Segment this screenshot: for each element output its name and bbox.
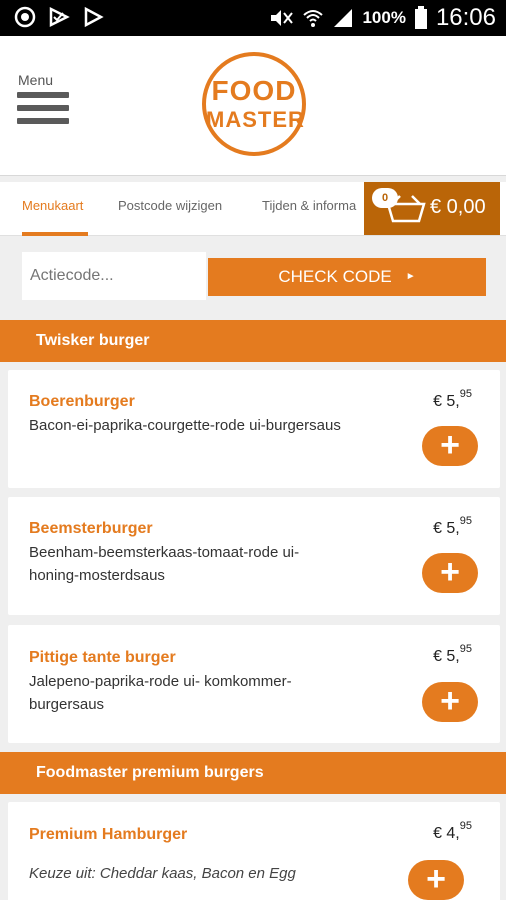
menu-item-name: Boerenburger xyxy=(29,393,135,410)
battery-icon xyxy=(414,6,427,29)
sync-icon xyxy=(14,6,36,28)
menu-item-card[interactable]: Pittige tante burger Jalepeno-paprika-ro… xyxy=(8,625,500,743)
logo-text-food: FOOD xyxy=(211,75,297,106)
menu-item-price: € 5,95 xyxy=(433,388,472,410)
battery-percentage: 100% xyxy=(362,8,406,27)
menu-item-price: € 4,95 xyxy=(433,820,472,842)
menu-item-card[interactable]: Boerenburger Bacon-ei-paprika-courgette-… xyxy=(8,370,500,488)
cart-count-badge: 0 xyxy=(372,188,398,208)
tab-menukaart[interactable]: Menukaart xyxy=(22,198,83,213)
menu-item-name: Premium Hamburger xyxy=(29,826,188,843)
play-store-icon xyxy=(84,6,104,28)
menu-item-price: € 5,95 xyxy=(433,643,472,665)
menu-item-description: Beenham-beemsterkaas-tomaat-rode ui-honi… xyxy=(29,544,300,584)
menu-item-price: € 5,95 xyxy=(433,515,472,537)
menu-item-name: Pittige tante burger xyxy=(29,649,176,666)
arrow-right-icon: ► xyxy=(405,271,416,282)
add-to-cart-button[interactable]: + xyxy=(422,553,478,593)
menu-item-card[interactable]: Premium Hamburger Keuze uit: Cheddar kaa… xyxy=(8,802,500,900)
status-clock: 16:06 xyxy=(435,4,496,31)
section-header-premium-burgers: Foodmaster premium burgers xyxy=(0,752,506,794)
add-to-cart-button[interactable]: + xyxy=(422,682,478,722)
hamburger-menu-icon[interactable] xyxy=(17,92,69,132)
wifi-icon xyxy=(303,10,324,27)
promo-code-input[interactable] xyxy=(22,252,206,300)
foodmaster-logo: FOOD MASTER xyxy=(202,52,306,156)
mute-icon xyxy=(271,10,294,26)
menu-item-description: Keuze uit: Cheddar kaas, Bacon en Egg xyxy=(29,865,296,882)
cart-total: € 0,00 xyxy=(430,196,486,218)
check-code-button[interactable]: CHECK CODE ► xyxy=(208,258,486,296)
tab-postcode-wijzigen[interactable]: Postcode wijzigen xyxy=(118,198,222,213)
cart-button[interactable]: 0 € 0,00 xyxy=(364,182,500,235)
signal-icon xyxy=(334,9,353,27)
add-to-cart-button[interactable]: + xyxy=(422,426,478,466)
menu-item-name: Beemsterburger xyxy=(29,520,153,537)
tab-tijden-informatie[interactable]: Tijden & informa xyxy=(262,198,364,213)
menu-item-description: Bacon-ei-paprika-courgette-rode ui-burge… xyxy=(29,417,341,434)
status-bar: 100% 16:06 xyxy=(0,0,506,36)
app-header: Menu FOOD MASTER xyxy=(0,36,506,176)
menu-item-card[interactable]: Beemsterburger Beenham-beemsterkaas-toma… xyxy=(8,497,500,615)
menu-item-description: Jalepeno-paprika-rode ui- komkommer-burg… xyxy=(29,673,292,713)
section-header-twisker-burger: Twisker burger xyxy=(0,320,506,362)
add-to-cart-button[interactable]: + xyxy=(408,860,464,900)
logo-text-master: MASTER xyxy=(206,107,305,132)
active-tab-indicator xyxy=(22,232,88,236)
check-code-label: CHECK CODE xyxy=(278,267,392,286)
menu-label: Menu xyxy=(18,72,54,88)
check-flag-icon xyxy=(49,6,70,28)
